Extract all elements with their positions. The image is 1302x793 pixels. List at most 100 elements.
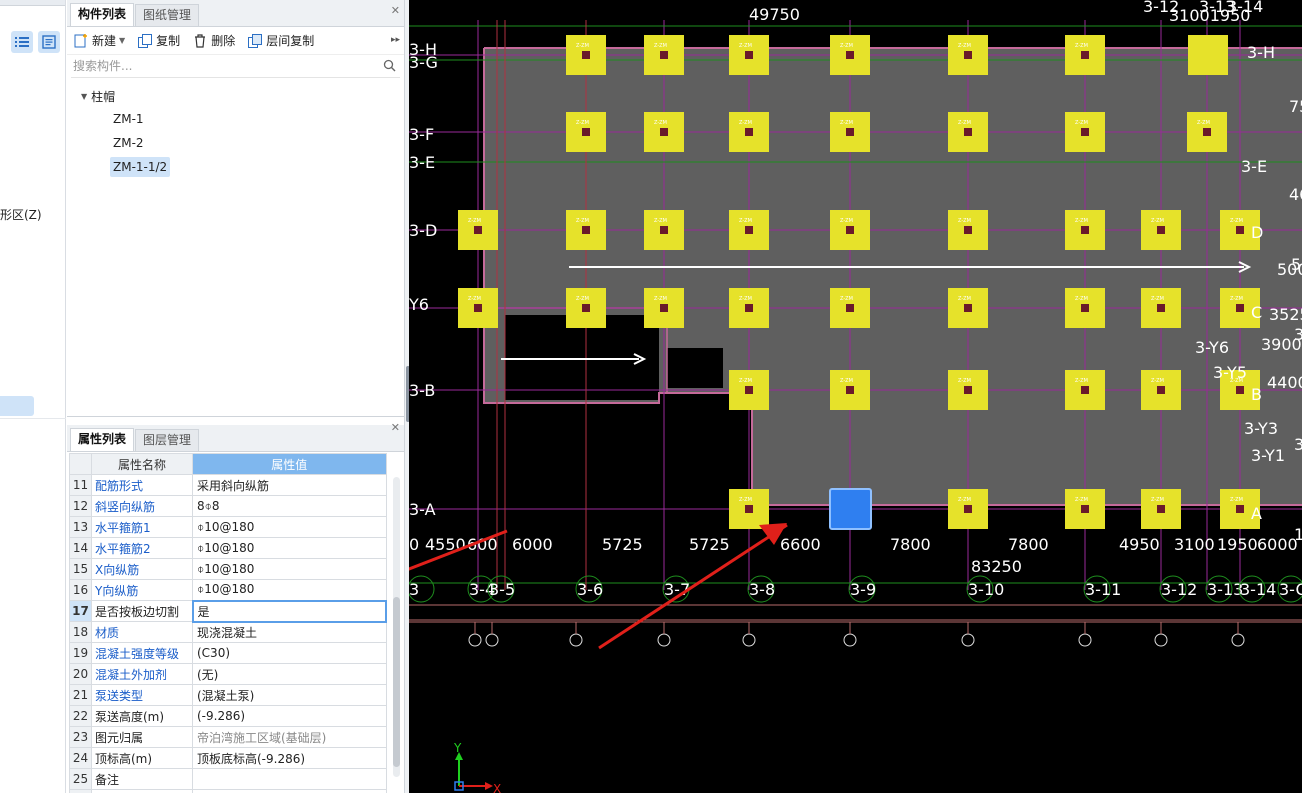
- column[interactable]: [1236, 505, 1244, 513]
- column[interactable]: [964, 304, 972, 312]
- property-row[interactable]: 25 备注: [69, 768, 387, 790]
- tab-component-list[interactable]: 构件列表: [70, 3, 135, 26]
- copy-button[interactable]: 复制: [137, 32, 180, 49]
- column[interactable]: [964, 128, 972, 136]
- cad-drawing[interactable]: Z-ZM Z-ZM Z-ZM Z-ZM Z-ZM Z-ZM Z-ZM Z-ZM Z-ZM Z-ZM…: [409, 0, 1302, 793]
- column[interactable]: [1081, 304, 1089, 312]
- new-button[interactable]: 新建 ▼: [73, 32, 125, 49]
- slab-area[interactable]: [484, 48, 1302, 505]
- column[interactable]: [745, 128, 753, 136]
- column-cap[interactable]: [1188, 35, 1228, 75]
- close-icon[interactable]: ✕: [391, 421, 400, 434]
- column[interactable]: [1081, 505, 1089, 513]
- property-row[interactable]: 16 Y向纵筋 ⌽10@180: [69, 579, 387, 601]
- property-row[interactable]: 21 泵送类型 (混凝土泵): [69, 684, 387, 706]
- property-row[interactable]: 22 泵送高度(m) (-9.286): [69, 705, 387, 727]
- column[interactable]: [1157, 304, 1165, 312]
- tab-drawing-management[interactable]: 图纸管理: [135, 4, 200, 26]
- property-row[interactable]: 24 顶标高(m) 顶板底标高(-9.286): [69, 747, 387, 769]
- strip-partial-label[interactable]: 形区(Z): [0, 206, 42, 223]
- tab-property-list[interactable]: 属性列表: [70, 428, 135, 451]
- column[interactable]: [846, 128, 854, 136]
- property-scrollbar[interactable]: [393, 477, 400, 777]
- column[interactable]: [745, 51, 753, 59]
- column[interactable]: [846, 51, 854, 59]
- column[interactable]: [846, 304, 854, 312]
- property-value[interactable]: 是: [191, 599, 387, 623]
- property-value[interactable]: 8⌽8: [192, 495, 387, 517]
- column[interactable]: [745, 505, 753, 513]
- selected-column-cap[interactable]: [829, 488, 872, 530]
- column[interactable]: [582, 226, 590, 234]
- property-row[interactable]: 20 混凝土外加剂 (无): [69, 663, 387, 685]
- search-input[interactable]: [71, 56, 400, 76]
- column[interactable]: [1203, 128, 1211, 136]
- drawing-canvas[interactable]: Z-ZM Z-ZM Z-ZM Z-ZM Z-ZM Z-ZM Z-ZM Z-ZM Z-ZM Z-ZM…: [409, 0, 1302, 793]
- column[interactable]: [660, 51, 668, 59]
- property-value[interactable]: 帝泊湾施工区域(基础层): [192, 726, 387, 748]
- column[interactable]: [1081, 226, 1089, 234]
- column[interactable]: [1157, 505, 1165, 513]
- column[interactable]: [964, 505, 972, 513]
- property-value[interactable]: ⌽10@180: [192, 537, 387, 559]
- property-row[interactable]: 15 X向纵筋 ⌽10@180: [69, 558, 387, 580]
- property-value[interactable]: (混凝土泵): [192, 684, 387, 706]
- column[interactable]: [582, 51, 590, 59]
- property-row[interactable]: 14 水平箍筋2 ⌽10@180: [69, 537, 387, 559]
- column[interactable]: [964, 386, 972, 394]
- close-icon[interactable]: ✕: [391, 4, 400, 17]
- tab-layer-management[interactable]: 图层管理: [135, 429, 200, 451]
- column[interactable]: [1236, 386, 1244, 394]
- column[interactable]: [474, 226, 482, 234]
- scrollbar-thumb[interactable]: [393, 597, 400, 767]
- column[interactable]: [745, 226, 753, 234]
- floor-copy-button[interactable]: 层间复制: [247, 32, 314, 49]
- column[interactable]: [846, 386, 854, 394]
- property-row[interactable]: 18 材质 现浇混凝土: [69, 621, 387, 643]
- column[interactable]: [1081, 386, 1089, 394]
- property-row[interactable]: 11 配筋形式 采用斜向纵筋: [69, 474, 387, 496]
- column[interactable]: [660, 304, 668, 312]
- property-row[interactable]: 13 水平箍筋1 ⌽10@180: [69, 516, 387, 538]
- column[interactable]: [745, 386, 753, 394]
- property-row[interactable]: 19 混凝土强度等级 (C30): [69, 642, 387, 664]
- property-value[interactable]: 采用斜向纵筋: [192, 474, 387, 496]
- column[interactable]: [1081, 51, 1089, 59]
- search-icon[interactable]: [383, 59, 396, 72]
- property-row[interactable]: 12 斜竖向纵筋 8⌽8: [69, 495, 387, 517]
- column[interactable]: [1081, 128, 1089, 136]
- property-value[interactable]: [192, 768, 387, 790]
- property-value[interactable]: (C30): [192, 642, 387, 664]
- column[interactable]: [1236, 226, 1244, 234]
- tree-item-zm-1[interactable]: ZM-1: [110, 109, 147, 129]
- column[interactable]: [1157, 226, 1165, 234]
- tree-item-zm-2[interactable]: ZM-2: [110, 133, 147, 153]
- detail-view-icon[interactable]: [38, 31, 60, 53]
- list-view-icon[interactable]: [11, 31, 33, 53]
- column[interactable]: [745, 304, 753, 312]
- property-row[interactable]: 17 是否按板边切割是: [69, 599, 387, 623]
- column[interactable]: [660, 128, 668, 136]
- column[interactable]: [582, 128, 590, 136]
- column[interactable]: [474, 304, 482, 312]
- property-value[interactable]: ⌽10@180: [192, 579, 387, 601]
- property-value[interactable]: (-9.286): [192, 705, 387, 727]
- column[interactable]: [1157, 386, 1165, 394]
- property-value[interactable]: 顶板底标高(-9.286): [192, 747, 387, 769]
- column[interactable]: [1236, 304, 1244, 312]
- column[interactable]: [964, 51, 972, 59]
- tree-item-zm-1-1-2[interactable]: ZM-1-1/2: [110, 157, 171, 177]
- property-value[interactable]: ⌽10@180: [192, 558, 387, 580]
- property-value[interactable]: (无): [192, 663, 387, 685]
- property-value[interactable]: ⌽10@180: [192, 516, 387, 538]
- column[interactable]: [660, 226, 668, 234]
- tree-group-column-cap[interactable]: ▼ 柱帽: [67, 85, 404, 107]
- delete-button[interactable]: 删除: [192, 32, 235, 49]
- column[interactable]: [964, 226, 972, 234]
- column[interactable]: [846, 226, 854, 234]
- column[interactable]: [582, 304, 590, 312]
- property-row[interactable]: 23 图元归属 帝泊湾施工区域(基础层): [69, 726, 387, 748]
- property-value[interactable]: 现浇混凝土: [192, 621, 387, 643]
- more-icon[interactable]: ▸▸: [391, 35, 400, 45]
- strip-selected-item[interactable]: [0, 396, 34, 416]
